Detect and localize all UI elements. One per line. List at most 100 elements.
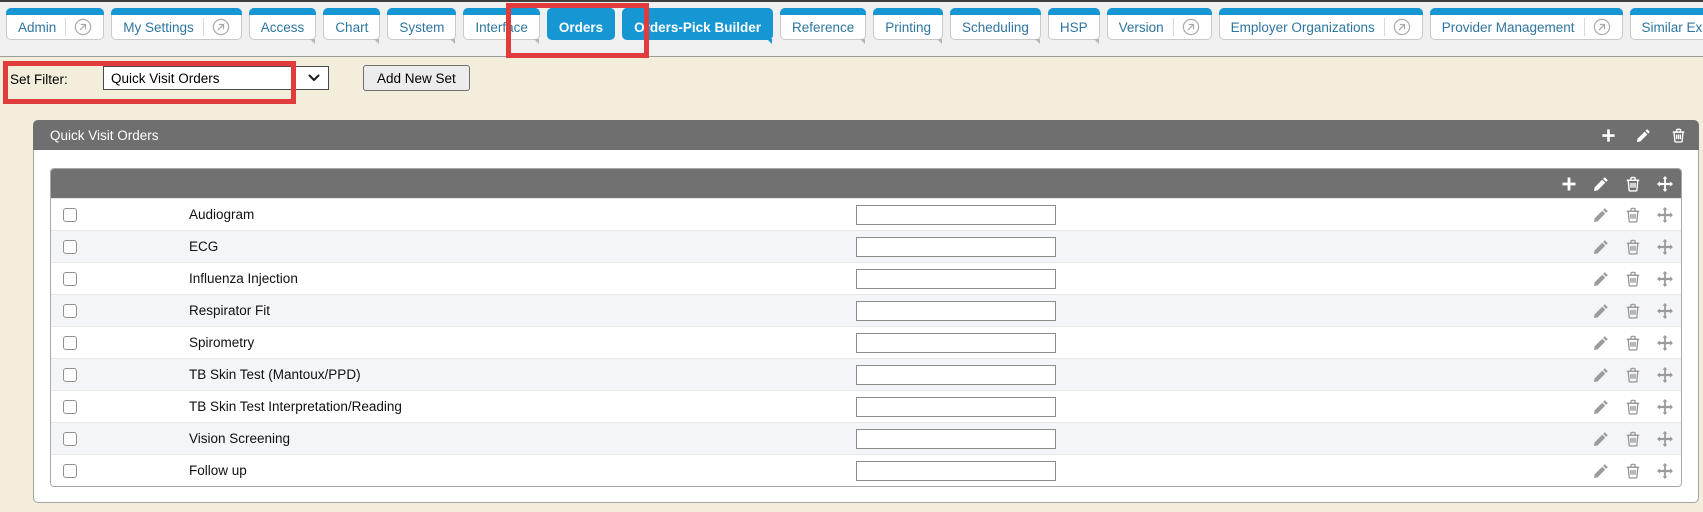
move-icon[interactable]: [1657, 176, 1673, 192]
row-checkbox[interactable]: [63, 464, 77, 478]
order-text-input[interactable]: [856, 237, 1056, 257]
tab-my-settings[interactable]: My Settings: [111, 8, 242, 40]
row-checkbox[interactable]: [63, 432, 77, 446]
edit-pencil-icon[interactable]: [1593, 431, 1609, 447]
tab-admin[interactable]: Admin: [6, 8, 104, 40]
edit-pencil-icon[interactable]: [1593, 271, 1609, 287]
tab-hsp[interactable]: HSP: [1048, 8, 1100, 40]
set-filter-selected-value: Quick Visit Orders: [111, 71, 220, 86]
delete-trash-icon[interactable]: [1625, 463, 1641, 479]
tab-provider-management[interactable]: Provider Management: [1430, 8, 1623, 40]
delete-trash-icon[interactable]: [1625, 431, 1641, 447]
order-name: Respirator Fit: [189, 303, 856, 318]
row-checkbox[interactable]: [63, 336, 77, 350]
order-text-input[interactable]: [856, 397, 1056, 417]
order-name: TB Skin Test (Mantoux/PPD): [189, 367, 856, 382]
tab-reference[interactable]: Reference: [780, 8, 866, 40]
external-link-icon[interactable]: [1593, 18, 1611, 36]
row-checkbox[interactable]: [63, 368, 77, 382]
move-icon[interactable]: [1657, 303, 1673, 319]
move-icon[interactable]: [1657, 399, 1673, 415]
tab-access[interactable]: Access: [249, 8, 317, 40]
move-icon[interactable]: [1657, 271, 1673, 287]
delete-trash-icon[interactable]: [1625, 207, 1641, 223]
order-text-input[interactable]: [856, 205, 1056, 225]
edit-pencil-icon[interactable]: [1593, 207, 1609, 223]
tab-label: Orders-Pick Builder: [634, 20, 761, 35]
external-link-icon[interactable]: [1393, 18, 1411, 36]
tab-interface[interactable]: Interface: [463, 8, 540, 40]
admin-tab-bar: Admin My Settings Access Chart System In…: [0, 2, 1703, 57]
table-row: Influenza Injection: [51, 262, 1681, 294]
panel-action-icons: [1601, 128, 1699, 143]
tab-label: HSP: [1060, 20, 1088, 35]
edit-pencil-icon[interactable]: [1593, 303, 1609, 319]
row-checkbox[interactable]: [63, 304, 77, 318]
edit-pencil-icon[interactable]: [1593, 335, 1609, 351]
tab-label: System: [399, 20, 444, 35]
edit-pencil-icon[interactable]: [1593, 176, 1609, 192]
move-icon[interactable]: [1657, 463, 1673, 479]
set-filter-select[interactable]: Quick Visit Orders: [103, 66, 329, 90]
move-icon[interactable]: [1657, 335, 1673, 351]
delete-trash-icon[interactable]: [1625, 399, 1641, 415]
tab-orders[interactable]: Orders: [547, 8, 615, 40]
tab-chart[interactable]: Chart: [323, 8, 380, 40]
external-link-icon[interactable]: [1182, 18, 1200, 36]
order-text-input[interactable]: [856, 269, 1056, 289]
tab-label: Version: [1119, 20, 1164, 35]
delete-trash-icon[interactable]: [1625, 367, 1641, 383]
external-link-icon[interactable]: [212, 18, 230, 36]
delete-trash-icon[interactable]: [1671, 128, 1686, 143]
delete-trash-icon[interactable]: [1625, 335, 1641, 351]
delete-trash-icon[interactable]: [1625, 239, 1641, 255]
row-checkbox[interactable]: [63, 208, 77, 222]
delete-trash-icon[interactable]: [1625, 303, 1641, 319]
row-checkbox[interactable]: [63, 240, 77, 254]
edit-pencil-icon[interactable]: [1593, 463, 1609, 479]
quick-visit-orders-panel: Quick Visit Orders Audiogram: [33, 120, 1699, 503]
move-icon[interactable]: [1657, 367, 1673, 383]
panel-title: Quick Visit Orders: [33, 128, 159, 143]
tab-employer-organizations[interactable]: Employer Organizations: [1219, 8, 1423, 40]
tab-similar-exposure-groups[interactable]: Similar Exposure Groups (SEGs): [1630, 8, 1703, 40]
delete-trash-icon[interactable]: [1625, 271, 1641, 287]
move-icon[interactable]: [1657, 207, 1673, 223]
tab-divider: [1584, 18, 1585, 36]
edit-pencil-icon[interactable]: [1593, 367, 1609, 383]
window-top-border: [0, 0, 1703, 2]
tab-label: Scheduling: [962, 20, 1029, 35]
tab-orders-pick-builder[interactable]: Orders-Pick Builder: [622, 8, 773, 40]
edit-pencil-icon[interactable]: [1593, 239, 1609, 255]
tab-label: Admin: [18, 20, 56, 35]
table-row: TB Skin Test Interpretation/Reading: [51, 390, 1681, 422]
tab-label: Orders: [559, 20, 603, 35]
order-name: Spirometry: [189, 335, 856, 350]
move-icon[interactable]: [1657, 239, 1673, 255]
tab-scheduling[interactable]: Scheduling: [950, 8, 1041, 40]
order-text-input[interactable]: [856, 429, 1056, 449]
delete-trash-icon[interactable]: [1625, 176, 1641, 192]
order-text-input[interactable]: [856, 301, 1056, 321]
order-text-input[interactable]: [856, 333, 1056, 353]
move-icon[interactable]: [1657, 431, 1673, 447]
add-icon[interactable]: [1601, 128, 1616, 143]
tab-label: Printing: [885, 20, 931, 35]
edit-pencil-icon[interactable]: [1636, 128, 1651, 143]
add-new-set-button[interactable]: Add New Set: [363, 65, 470, 91]
order-name: Follow up: [189, 463, 856, 478]
tab-divider: [1384, 18, 1385, 36]
tab-printing[interactable]: Printing: [873, 8, 943, 40]
row-checkbox[interactable]: [63, 400, 77, 414]
edit-pencil-icon[interactable]: [1593, 399, 1609, 415]
external-link-icon[interactable]: [74, 18, 92, 36]
row-checkbox[interactable]: [63, 272, 77, 286]
order-text-input[interactable]: [856, 461, 1056, 481]
row-action-icons: [1593, 367, 1681, 383]
add-icon[interactable]: [1561, 176, 1577, 192]
row-action-icons: [1593, 303, 1681, 319]
order-text-input[interactable]: [856, 365, 1056, 385]
tab-version[interactable]: Version: [1107, 8, 1212, 40]
tab-system[interactable]: System: [387, 8, 456, 40]
table-row: Respirator Fit: [51, 294, 1681, 326]
